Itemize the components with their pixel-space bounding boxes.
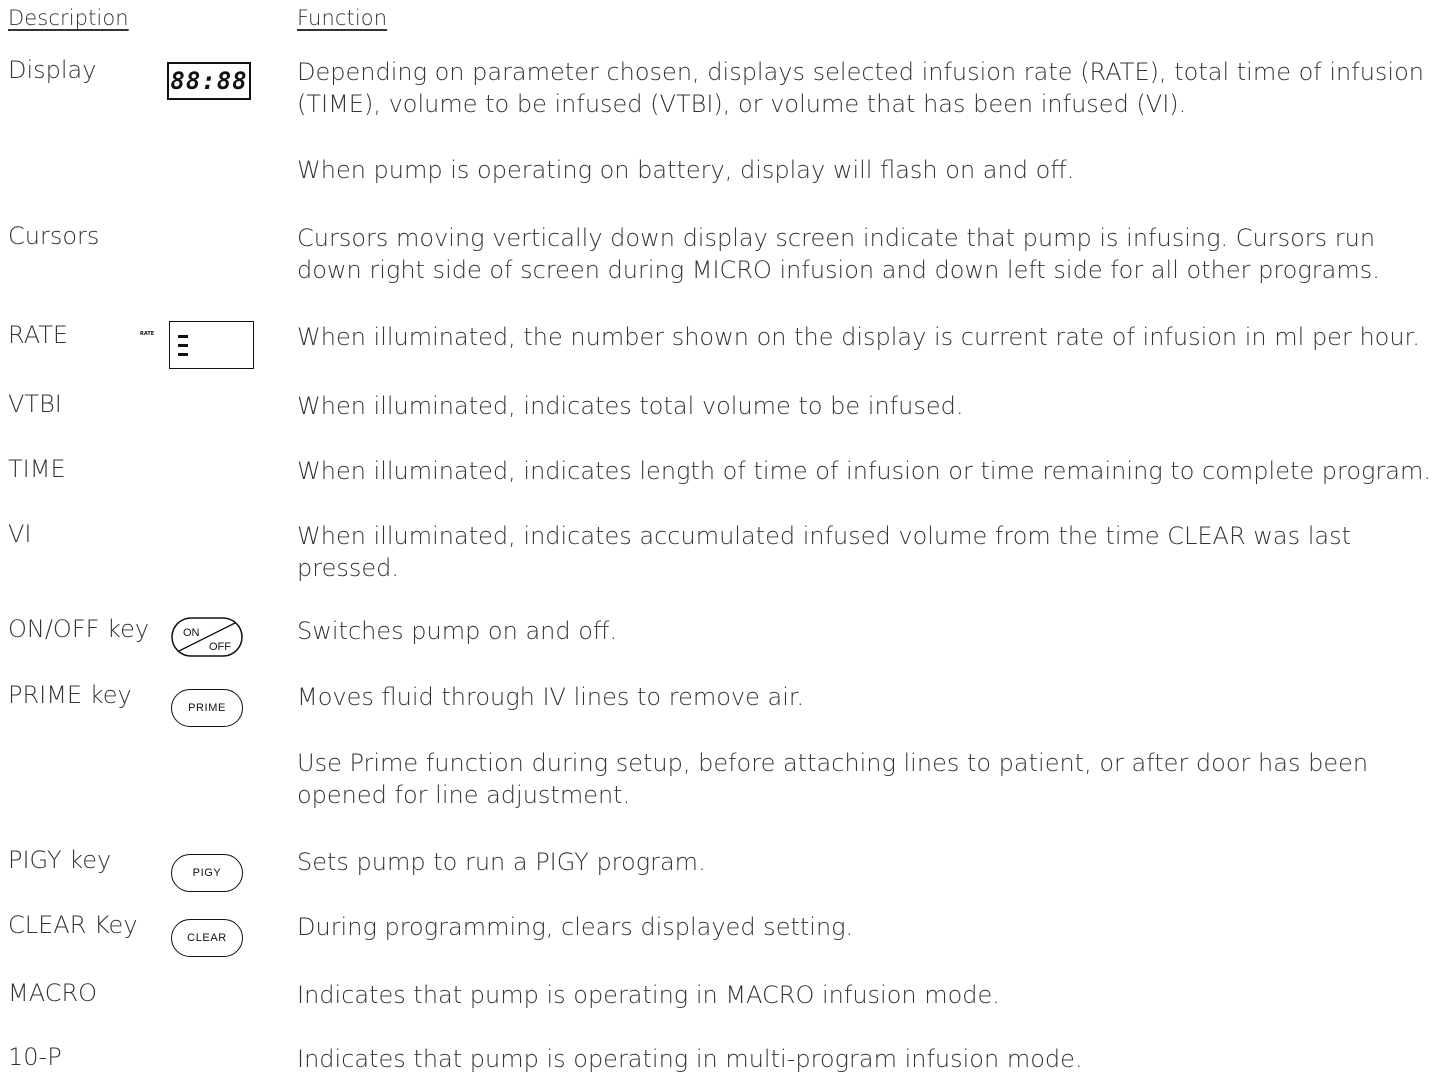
row-label: PRIME key <box>8 681 132 709</box>
row-label: Cursors <box>8 222 100 250</box>
pigy-key-icon: PIGY <box>171 854 243 892</box>
row-function: Cursors moving vertically down display s… <box>297 222 1447 286</box>
row-label: VTBI <box>8 390 62 418</box>
row-function: Moves fluid through IV lines to remove a… <box>297 681 1447 811</box>
row-label: PIGY key <box>8 846 112 874</box>
row-function: When illuminated, indicates total volume… <box>297 390 1447 422</box>
row-function: Sets pump to run a PIGY program. <box>297 846 1447 878</box>
seven-segment-display-icon: 88:88 <box>167 62 251 100</box>
description-column-header: Description <box>8 6 129 30</box>
function-paragraph: When illuminated, the number shown on th… <box>297 323 1420 351</box>
row-label: MACRO <box>8 979 98 1007</box>
on-off-key-icon: ON OFF <box>171 617 243 657</box>
row-function: Indicates that pump is operating in mult… <box>297 1043 1447 1075</box>
clear-key-icon: CLEAR <box>171 919 243 957</box>
row-label: RATE <box>8 321 69 349</box>
row-function: Indicates that pump is operating in MACR… <box>297 979 1447 1011</box>
document-page: Description Function Display 88:88 Depen… <box>0 0 1456 1076</box>
rate-indicator-tag: RATE <box>140 331 155 337</box>
function-column-header: Function <box>297 6 388 30</box>
row-label: ON/OFF key <box>8 615 150 643</box>
row-function: When illuminated, indicates accumulated … <box>297 520 1357 584</box>
on-off-key-top-text: ON <box>183 627 200 639</box>
function-paragraph: Switches pump on and off. <box>297 617 618 645</box>
row-function: Switches pump on and off. <box>297 615 1447 647</box>
row-function: During programming, clears displayed set… <box>297 911 1447 943</box>
function-paragraph: When illuminated, indicates accumulated … <box>297 522 1352 582</box>
row-label: 10-P <box>8 1043 62 1071</box>
function-paragraph: When illuminated, indicates total volume… <box>297 392 964 420</box>
function-paragraph: When pump is operating on battery, displ… <box>297 156 1075 184</box>
on-off-key-bottom-text: OFF <box>209 641 231 653</box>
row-label: TIME <box>8 455 66 483</box>
function-paragraph: Indicates that pump is operating in mult… <box>297 1045 1083 1073</box>
function-paragraph: During programming, clears displayed set… <box>297 913 854 941</box>
row-function: When illuminated, indicates length of ti… <box>297 455 1447 487</box>
function-paragraph: Indicates that pump is operating in MACR… <box>297 981 1000 1009</box>
rate-indicator-icon: RATE <box>140 321 256 369</box>
function-paragraph: Use Prime function during setup, before … <box>297 749 1369 809</box>
function-paragraph: Cursors moving vertically down display s… <box>297 224 1380 284</box>
prime-key-icon: PRIME <box>171 689 243 727</box>
row-label: CLEAR Key <box>8 911 138 939</box>
row-function: When illuminated, the number shown on th… <box>297 321 1447 353</box>
row-label: Display <box>8 56 97 84</box>
rate-indicator-box <box>169 321 254 369</box>
function-paragraph: When illuminated, indicates length of ti… <box>297 457 1431 485</box>
function-paragraph: Sets pump to run a PIGY program. <box>297 848 706 876</box>
function-paragraph: Moves fluid through IV lines to remove a… <box>297 683 805 711</box>
function-paragraph: Depending on parameter chosen, displays … <box>297 58 1424 118</box>
row-label: VI <box>8 520 32 548</box>
row-function: Depending on parameter chosen, displays … <box>297 56 1447 186</box>
